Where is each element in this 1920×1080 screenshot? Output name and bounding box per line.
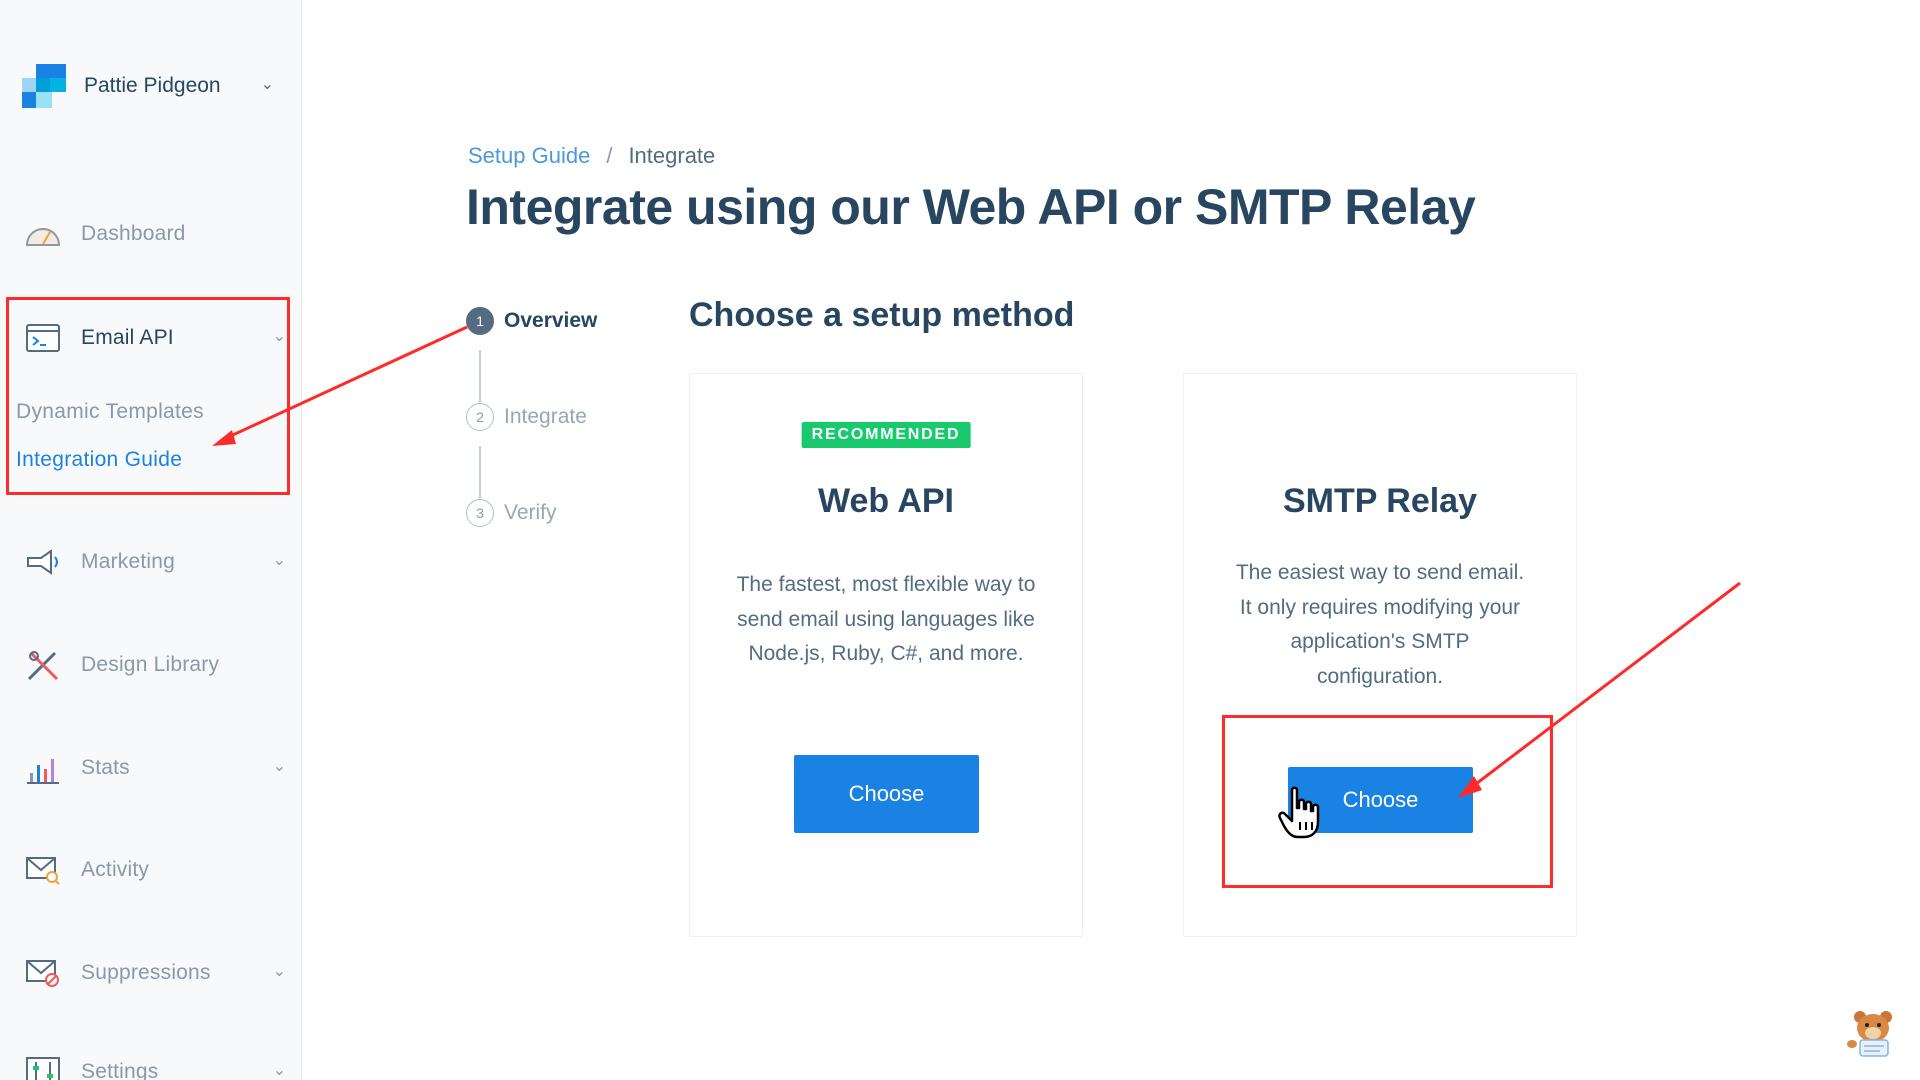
page-title: Integrate using our Web API or SMTP Rela… <box>466 179 1476 235</box>
sidebar: Pattie Pidgeon ⌄ Dashboard Email API ⌄ D… <box>0 0 302 1080</box>
breadcrumb-setup-guide-link[interactable]: Setup Guide <box>468 143 590 169</box>
card-description: The easiest way to send email. It only r… <box>1235 561 1525 688</box>
sidebar-item-marketing[interactable]: Marketing ⌄ <box>24 540 286 584</box>
sidebar-item-stats[interactable]: Stats ⌄ <box>24 746 286 790</box>
choose-web-api-button[interactable]: Choose <box>794 755 979 833</box>
sidebar-item-label: Marketing <box>81 550 176 573</box>
sidebar-item-label: Stats <box>81 756 130 779</box>
sidebar-item-label: Suppressions <box>81 961 211 984</box>
envelope-blocked-icon <box>24 954 62 992</box>
annotation-box-choose-button <box>1222 715 1553 888</box>
sidebar-item-design-library[interactable]: Design Library <box>24 643 286 687</box>
step-number: 3 <box>466 499 494 527</box>
sendgrid-logo-icon <box>22 64 66 108</box>
step-label: Verify <box>504 501 557 524</box>
account-name: Pattie Pidgeon <box>84 74 221 97</box>
bar-chart-icon <box>24 749 62 787</box>
stepper-connector <box>479 446 481 498</box>
card-web-api: RECOMMENDED Web API The fastest, most fl… <box>689 373 1083 937</box>
breadcrumb: Setup Guide / Integrate <box>468 143 715 169</box>
step-integrate: 2 Integrate <box>466 403 587 431</box>
step-label: Integrate <box>504 405 587 428</box>
breadcrumb-separator: / <box>606 143 613 168</box>
breadcrumb-current: Integrate <box>628 143 716 168</box>
card-description: The fastest, most flexible way to send e… <box>736 573 1036 665</box>
sidebar-item-activity[interactable]: Activity <box>24 848 286 892</box>
section-title: Choose a setup method <box>689 296 1075 334</box>
step-label: Overview <box>504 309 598 332</box>
sidebar-item-label: Settings <box>81 1060 159 1080</box>
megaphone-icon <box>24 543 62 581</box>
sidebar-item-label: Dashboard <box>81 222 186 245</box>
card-title: Web API <box>817 482 955 520</box>
step-overview: 1 Overview <box>466 307 597 335</box>
chevron-down-icon: ⌄ <box>272 758 286 775</box>
pencil-ruler-icon <box>24 646 62 684</box>
step-verify: 3 Verify <box>466 499 557 527</box>
sidebar-item-suppressions[interactable]: Suppressions ⌄ <box>24 951 286 995</box>
account-switcher[interactable]: Pattie Pidgeon ⌄ <box>22 62 282 110</box>
gauge-icon <box>24 215 62 253</box>
annotation-box-email-api <box>6 297 290 495</box>
step-number: 2 <box>466 403 494 431</box>
card-title: SMTP Relay <box>1282 482 1477 520</box>
recommended-badge: RECOMMENDED <box>801 422 971 448</box>
stepper-connector <box>479 350 481 402</box>
bear-mascot-icon <box>1846 1008 1902 1063</box>
hand-pointer-icon <box>1278 786 1322 845</box>
sidebar-item-label: Activity <box>81 858 150 881</box>
sliders-icon <box>24 1053 62 1080</box>
chevron-down-icon[interactable]: ⌄ <box>261 74 274 94</box>
chevron-down-icon: ⌄ <box>272 1062 286 1079</box>
sidebar-item-label: Design Library <box>81 653 220 676</box>
envelope-search-icon <box>24 851 62 889</box>
sidebar-item-settings[interactable]: Settings ⌄ <box>24 1050 286 1080</box>
step-number: 1 <box>466 307 494 335</box>
sidebar-item-dashboard[interactable]: Dashboard <box>24 212 286 256</box>
chevron-down-icon: ⌄ <box>272 552 286 569</box>
chevron-down-icon: ⌄ <box>272 963 286 980</box>
